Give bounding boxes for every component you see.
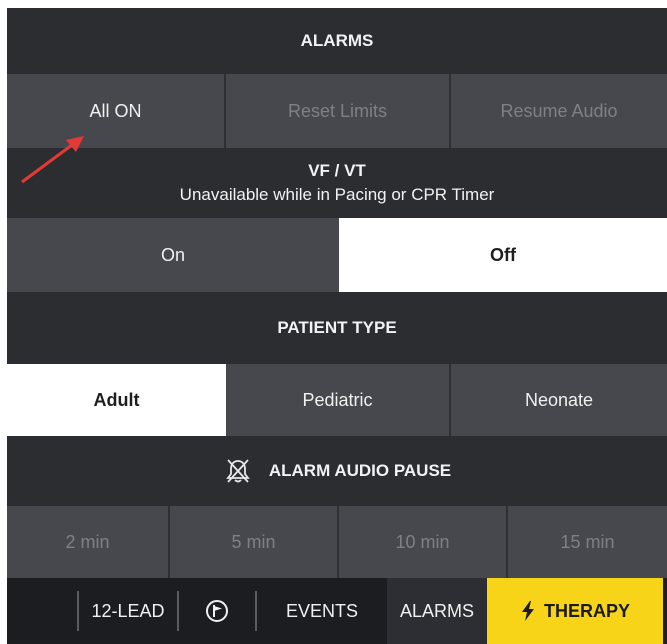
pediatric-label: Pediatric [302,389,373,410]
pause-2min-label: 2 min [65,531,110,552]
neonate-button[interactable]: Neonate [451,364,667,436]
adult-label: Adult [93,389,140,410]
pause-15min-label: 15 min [560,531,615,552]
resume-audio-button[interactable]: Resume Audio [451,74,667,148]
patient-type-header: PATIENT TYPE [7,292,667,364]
therapy-button[interactable]: THERAPY [487,578,663,644]
vfvt-off-label: Off [490,244,516,265]
pause-5min-label: 5 min [231,531,276,552]
flag-icon [206,600,228,622]
alarms-header-label: ALARMS [300,31,374,50]
vfvt-subtitle: Unavailable while in Pacing or CPR Timer [179,185,495,204]
vfvt-title: VF / VT [308,161,366,180]
twelve-lead-button[interactable]: 12-LEAD [79,578,177,644]
therapy-label: THERAPY [543,600,630,621]
bottom-nav-bar: 12-LEAD EVENTS ALARMS THERAPY [7,578,667,644]
alarms-nav-label: ALARMS [399,600,475,621]
pause-10min-label: 10 min [395,531,450,552]
vfvt-on-button[interactable]: On [7,218,339,292]
vfvt-on-label: On [160,244,185,265]
alarm-silenced-icon [226,459,250,483]
alarm-settings-screen: ALARMS All ON Reset Limits Resume Audio … [7,8,667,644]
pause-15min-button[interactable]: 15 min [508,506,667,578]
pause-5min-button[interactable]: 5 min [170,506,339,578]
neonate-label: Neonate [524,389,594,410]
pause-10min-button[interactable]: 10 min [339,506,508,578]
vfvt-off-button[interactable]: Off [339,218,667,292]
flag-button[interactable] [179,578,255,644]
reset-limits-label: Reset Limits [287,100,388,121]
events-button[interactable]: EVENTS [257,578,387,644]
all-on-label: All ON [89,100,142,121]
audio-pause-row: 2 min 5 min 10 min 15 min [7,506,667,578]
resume-audio-label: Resume Audio [500,100,618,121]
annotation-arrow-icon [21,136,84,184]
lightning-bolt-icon [521,601,534,621]
alarms-nav-button[interactable]: ALARMS [387,578,487,644]
adult-button[interactable]: Adult [7,364,226,436]
vfvt-toggle-row: On Off [7,218,667,292]
reset-limits-button[interactable]: Reset Limits [226,74,451,148]
pause-2min-button[interactable]: 2 min [7,506,170,578]
events-label: EVENTS [285,600,359,621]
twelve-lead-label: 12-LEAD [91,600,165,621]
audio-pause-header-label: ALARM AUDIO PAUSE [268,461,452,480]
vfvt-header: VF / VT Unavailable while in Pacing or C… [7,148,667,218]
alarms-button-row: All ON Reset Limits Resume Audio [7,74,667,148]
audio-pause-header: ALARM AUDIO PAUSE [7,436,667,506]
pediatric-button[interactable]: Pediatric [226,364,451,436]
patient-type-header-label: PATIENT TYPE [277,318,397,337]
patient-type-row: Adult Pediatric Neonate [7,364,667,436]
alarms-header: ALARMS [7,8,667,74]
